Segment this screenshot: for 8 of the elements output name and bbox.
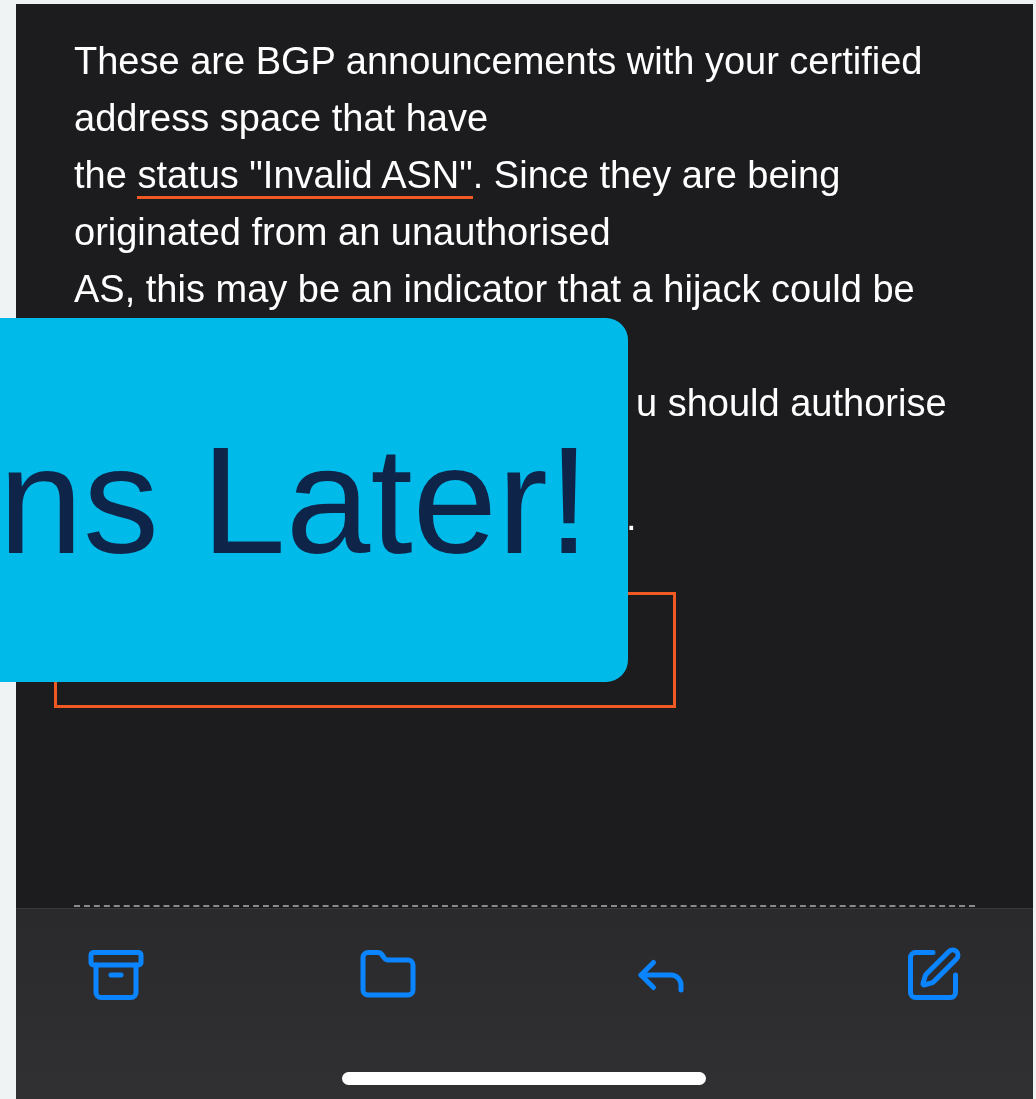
message-text: These are BGP announcements with your certified [74,38,923,84]
message-text: address space that have [74,95,489,141]
message-text: u should authorise [636,380,947,426]
message-text: originated from an unauthorised [74,209,611,255]
banner-text: ns Later! [0,415,590,585]
message-text: . [626,494,637,540]
message-text: the status "Invalid ASN". Since they are being [74,150,841,199]
message-text: AS, this may be an indicator that a hijack could be [74,266,915,312]
